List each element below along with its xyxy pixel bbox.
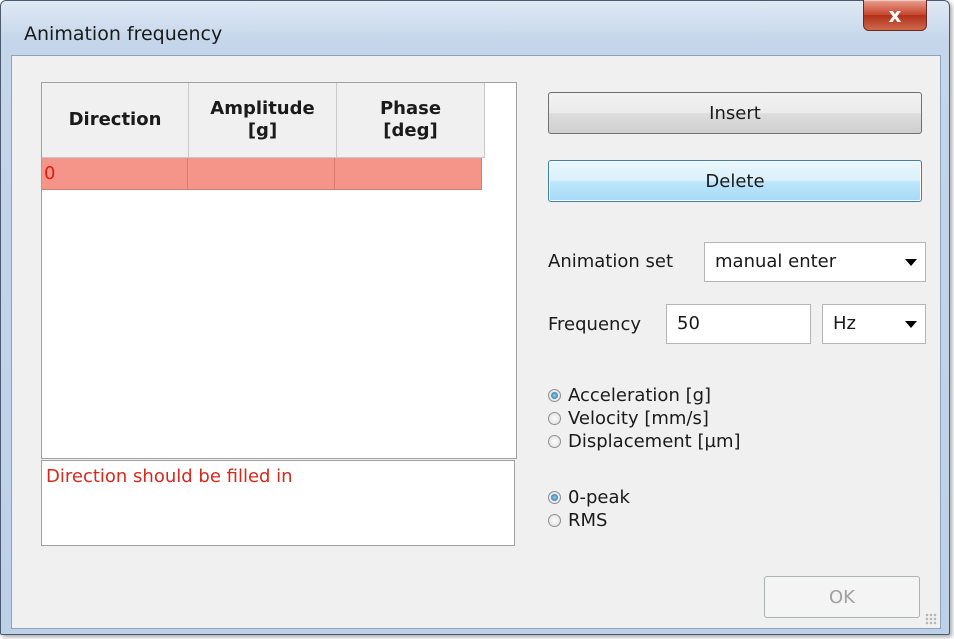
radio-velocity[interactable]: Velocity [mm/s] bbox=[548, 407, 709, 429]
frequency-unit-value: Hz bbox=[833, 313, 856, 334]
radio-label: Displacement [µm] bbox=[568, 430, 741, 452]
close-icon: x bbox=[888, 3, 902, 27]
animation-set-select[interactable]: manual enter bbox=[704, 242, 926, 282]
column-header-amplitude[interactable]: Amplitude [g] bbox=[189, 83, 337, 158]
frequency-label: Frequency bbox=[548, 314, 641, 335]
radio-displacement[interactable]: Displacement [µm] bbox=[548, 430, 741, 452]
chevron-down-icon bbox=[905, 259, 917, 266]
frequency-input[interactable]: 50 bbox=[666, 304, 811, 344]
resize-grip-icon[interactable] bbox=[925, 613, 937, 625]
cell-amplitude[interactable] bbox=[188, 158, 335, 190]
animation-set-value: manual enter bbox=[715, 251, 837, 272]
radio-label: Acceleration [g] bbox=[568, 384, 712, 406]
radio-label: Velocity [mm/s] bbox=[568, 407, 709, 429]
table-row[interactable]: 0 bbox=[42, 158, 516, 190]
cell-direction[interactable]: 0 bbox=[42, 158, 188, 190]
radio-rms[interactable]: RMS bbox=[548, 509, 607, 531]
table-header: Direction Amplitude [g] Phase [deg] bbox=[42, 83, 516, 158]
radio-checked-icon bbox=[548, 490, 561, 504]
ok-button[interactable]: OK bbox=[764, 576, 920, 618]
close-button[interactable]: x bbox=[863, 0, 927, 31]
insert-button[interactable]: Insert bbox=[548, 92, 922, 134]
title-bar[interactable]: Animation frequency x bbox=[1, 0, 949, 55]
radio-label: 0-peak bbox=[568, 486, 630, 508]
window-title: Animation frequency bbox=[24, 23, 223, 45]
frequency-unit-select[interactable]: Hz bbox=[822, 304, 926, 344]
radio-unchecked-icon bbox=[548, 513, 561, 527]
radio-label: RMS bbox=[568, 509, 608, 531]
direction-table[interactable]: Direction Amplitude [g] Phase [deg] 0 bbox=[41, 82, 517, 459]
dialog-client-area: Direction Amplitude [g] Phase [deg] 0 Di… bbox=[11, 55, 941, 629]
radio-unchecked-icon bbox=[548, 434, 561, 448]
animation-set-label: Animation set bbox=[548, 251, 673, 272]
validation-message: Direction should be filled in bbox=[41, 460, 515, 546]
radio-0-peak[interactable]: 0-peak bbox=[548, 486, 630, 508]
column-header-direction[interactable]: Direction bbox=[42, 83, 189, 158]
radio-checked-icon bbox=[548, 388, 561, 402]
dialog-window: Animation frequency x Direction Amplitud… bbox=[0, 0, 950, 635]
column-header-phase[interactable]: Phase [deg] bbox=[337, 83, 485, 158]
delete-button[interactable]: Delete bbox=[548, 160, 922, 202]
radio-acceleration[interactable]: Acceleration [g] bbox=[548, 384, 711, 406]
cell-phase[interactable] bbox=[335, 158, 482, 190]
radio-unchecked-icon bbox=[548, 411, 561, 425]
chevron-down-icon bbox=[905, 321, 917, 328]
